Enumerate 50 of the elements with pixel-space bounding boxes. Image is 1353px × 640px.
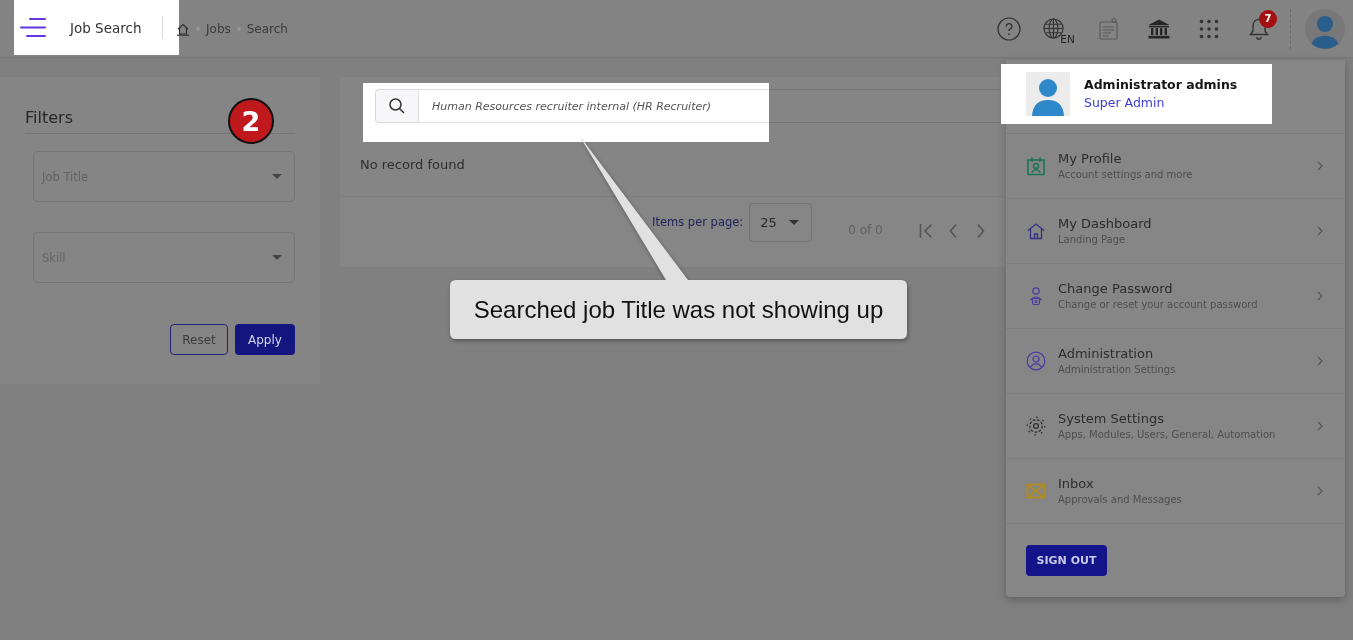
help-icon[interactable] (997, 16, 1021, 41)
user-avatar[interactable] (1305, 8, 1345, 49)
profile-card-icon (1026, 156, 1046, 176)
page-size-select[interactable]: 25 (749, 203, 813, 242)
menu-item[interactable]: Administration Administration Settings (1006, 329, 1345, 394)
chevron-right-icon (1317, 421, 1323, 431)
page-title: Job Search (70, 19, 142, 36)
gear-icon (1026, 416, 1046, 436)
caret-icon (789, 220, 800, 225)
house-icon (1026, 221, 1046, 241)
chevron-right-icon (1317, 486, 1323, 496)
menu-item-title: Change Password (1058, 280, 1173, 297)
caret-icon (272, 255, 282, 260)
chevron-right-icon (1317, 356, 1323, 366)
next-page-icon[interactable] (976, 223, 985, 239)
empty-message: No record found (359, 156, 466, 174)
user-role: Super Admin (1084, 94, 1166, 112)
caret-icon (272, 174, 282, 179)
envelope-icon (1026, 481, 1046, 501)
language-code[interactable]: EN (1060, 32, 1075, 45)
user-name: Administrator admins (1084, 76, 1238, 94)
menu-item-title: Inbox (1058, 475, 1094, 492)
previous-page-icon[interactable] (948, 223, 957, 239)
sign-out-button[interactable]: SIGN OUT (1026, 545, 1107, 576)
user-circle-icon (1026, 351, 1046, 371)
chevron-right-icon (1317, 226, 1323, 236)
menu-item-title: My Dashboard (1058, 215, 1152, 232)
menu-item-title: My Profile (1058, 150, 1122, 167)
bank-icon[interactable] (1148, 18, 1170, 39)
breadcrumb-link[interactable]: Jobs (206, 21, 231, 36)
items-per-page-label: Items per page: (652, 214, 744, 231)
menu-item-subtitle: Landing Page (1058, 233, 1126, 247)
menu-item-title: Administration (1058, 345, 1154, 362)
notification-count: 7 (1259, 9, 1277, 28)
search-icon[interactable] (375, 89, 418, 123)
chevron-right-icon (1317, 161, 1323, 171)
menu-icon[interactable] (20, 18, 46, 37)
menu-item-title: System Settings (1058, 410, 1164, 427)
chevron-right-icon (1317, 291, 1323, 301)
first-page-icon[interactable] (918, 223, 933, 239)
home-icon[interactable] (176, 21, 190, 36)
apply-button[interactable]: Apply (235, 324, 295, 355)
menu-item-subtitle: Administration Settings (1058, 363, 1176, 377)
clipboard-icon[interactable] (1098, 16, 1120, 41)
menu-item[interactable]: My Dashboard Landing Page (1006, 199, 1345, 264)
reset-button[interactable]: Reset (170, 324, 228, 355)
callout-text: Searched job Title was not showing up (472, 294, 885, 325)
breadcrumb-current: Search (246, 21, 288, 36)
apps-grid-icon[interactable] (1199, 18, 1219, 39)
user-avatar (1026, 72, 1070, 116)
